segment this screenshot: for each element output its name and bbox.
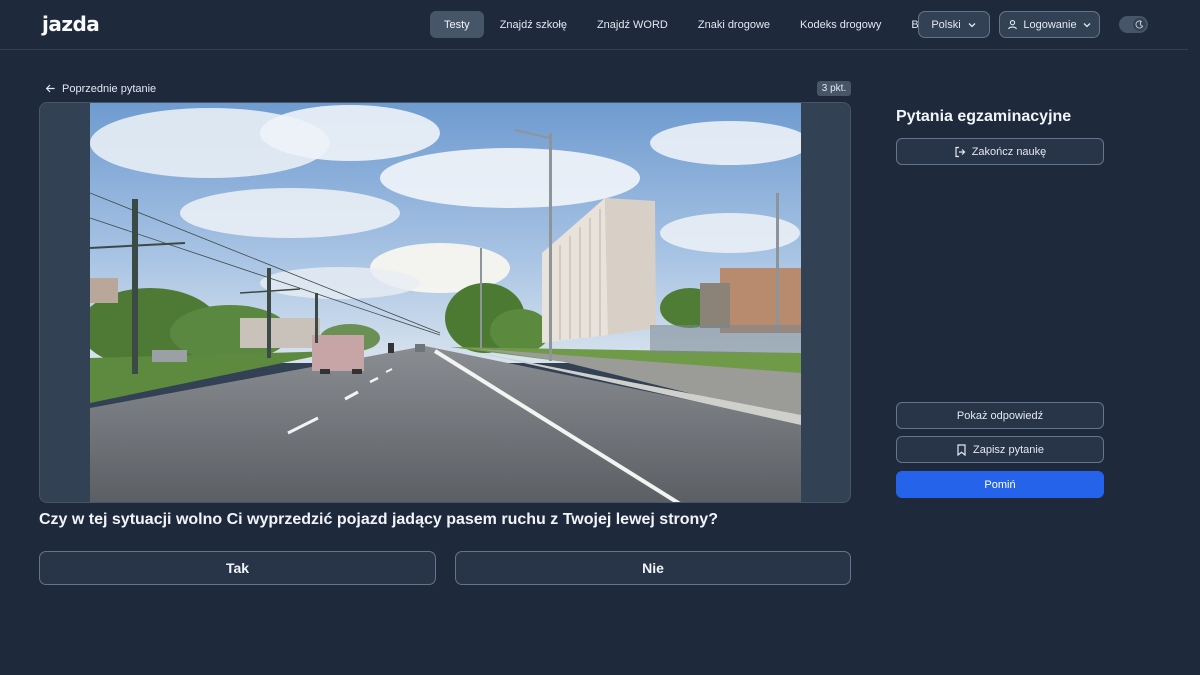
moon-icon [1135,20,1144,29]
login-label: Logowanie [1023,18,1077,31]
nav-find-school[interactable]: Znajdź szkołę [486,11,581,38]
end-learning-button[interactable]: Zakończ naukę [896,138,1104,165]
points-badge: 3 pkt. [817,81,851,96]
previous-question-label: Poprzednie pytanie [62,82,157,95]
save-question-label: Zapisz pytanie [973,443,1044,456]
toggle-knob [1133,18,1146,31]
save-question-button[interactable]: Zapisz pytanie [896,436,1104,463]
answer-yes-button[interactable]: Tak [39,551,436,585]
log-out-icon [955,146,966,157]
login-button[interactable]: Logowanie [999,11,1100,38]
logo[interactable]: jazda [42,12,100,36]
main-nav: Testy Znajdź szkołę Znajdź WORD Znaki dr… [430,11,949,38]
skip-button[interactable]: Pomiń [896,471,1104,498]
chevron-down-icon [1083,22,1091,27]
chevron-down-icon [968,22,976,27]
language-label: Polski [931,18,961,31]
road-scene-image [90,103,801,502]
arrow-left-icon [45,84,55,93]
top-bar: jazda Testy Znajdź szkołę Znajdź WORD Zn… [0,0,1188,50]
end-learning-label: Zakończ naukę [971,145,1047,158]
language-select[interactable]: Polski [918,11,990,38]
user-icon [1008,20,1018,30]
theme-toggle[interactable] [1119,16,1148,33]
bookmark-icon [957,443,966,456]
question-media [39,102,851,503]
nav-road-signs[interactable]: Znaki drogowe [684,11,784,38]
show-answer-button[interactable]: Pokaż odpowiedź [896,402,1104,429]
nav-road-code[interactable]: Kodeks drogowy [786,11,895,38]
nav-tests[interactable]: Testy [430,11,484,38]
answer-no-button[interactable]: Nie [455,551,851,585]
nav-find-word[interactable]: Znajdź WORD [583,11,682,38]
logo-text: jazda [42,12,100,36]
sidebar-title: Pytania egzaminacyjne [896,108,1072,125]
previous-question-link[interactable]: Poprzednie pytanie [45,81,156,96]
question-text: Czy w tej sytuacji wolno Ci wyprzedzić p… [39,511,718,528]
